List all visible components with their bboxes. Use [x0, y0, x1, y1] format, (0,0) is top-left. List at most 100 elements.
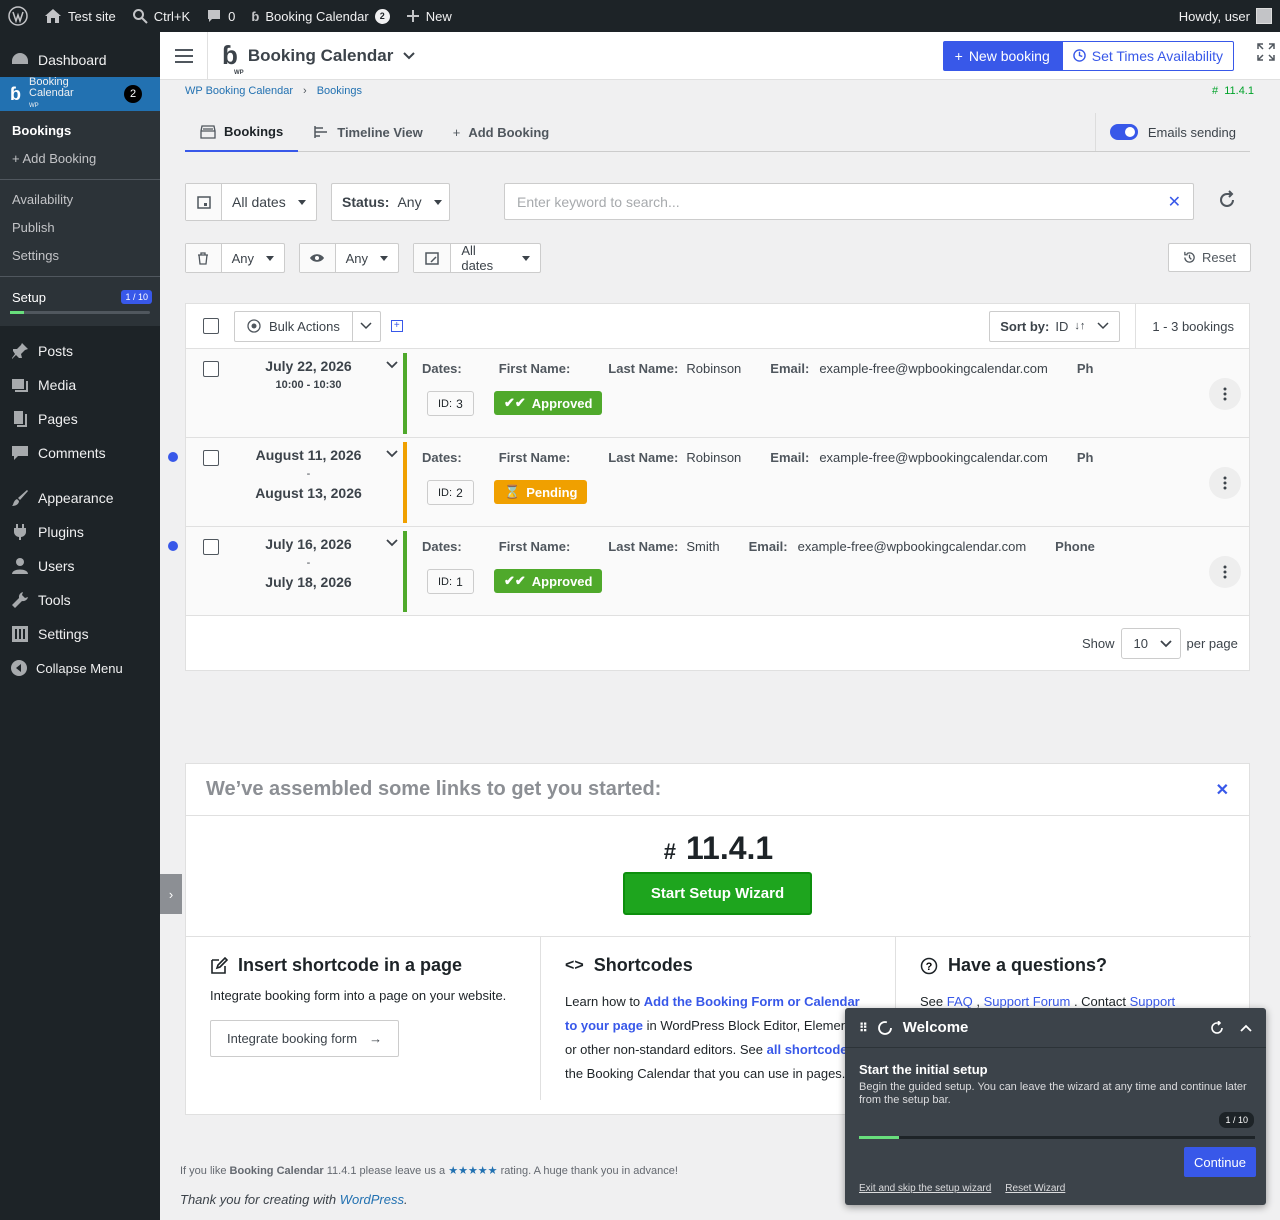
- command-search[interactable]: Ctrl+K: [124, 0, 198, 32]
- chevron-down-icon[interactable]: [386, 450, 398, 458]
- sidebar-item-appearance[interactable]: Appearance: [0, 481, 160, 515]
- sidebar-item-comments[interactable]: Comments: [0, 436, 160, 470]
- tab-bookings[interactable]: Bookings: [185, 113, 299, 152]
- submenu-settings[interactable]: Settings: [0, 242, 160, 270]
- refresh-icon[interactable]: [1210, 1020, 1224, 1035]
- plugin-icon: [14, 524, 26, 540]
- submenu-setup[interactable]: Setup 1 / 10: [0, 283, 160, 311]
- site-link[interactable]: Test site: [36, 0, 124, 32]
- clear-search-icon[interactable]: ✕: [1168, 192, 1181, 212]
- menu-toggle-button[interactable]: [160, 31, 208, 80]
- toggle-switch[interactable]: [1109, 124, 1138, 140]
- close-icon[interactable]: ✕: [1216, 780, 1229, 800]
- status-filter[interactable]: Status: Any: [331, 183, 450, 221]
- comments-link[interactable]: 0: [198, 0, 243, 32]
- fullscreen-button[interactable]: [1256, 42, 1276, 65]
- booking-fields: Dates: First Name: Last Name: Smith Email…: [422, 539, 1095, 554]
- start-setup-wizard-button[interactable]: Start Setup Wizard: [623, 872, 812, 915]
- sidebar-item-plugins[interactable]: Plugins: [0, 515, 160, 549]
- refresh-button[interactable]: [1217, 190, 1237, 213]
- setup-progress-fill: [859, 1136, 899, 1139]
- row-actions-button[interactable]: [1209, 378, 1241, 410]
- new-booking-label: New booking: [968, 47, 1050, 64]
- set-times-button[interactable]: Set Times Availability: [1061, 40, 1234, 71]
- collapse-panel-button[interactable]: ›: [160, 874, 182, 914]
- booking-calendar-link[interactable]: ɓ Booking Calendar 2: [243, 0, 397, 32]
- submenu-availability[interactable]: Availability: [0, 186, 160, 214]
- search-input[interactable]: Enter keyword to search... ✕: [504, 183, 1194, 220]
- all-shortcodes-link[interactable]: all shortcodes: [767, 1042, 855, 1057]
- status-label: Pending: [526, 484, 578, 500]
- integrate-booking-form-button[interactable]: Integrate booking form →: [210, 1020, 400, 1057]
- sidebar-item-collapse-menu[interactable]: Collapse Menu: [0, 651, 160, 685]
- id-value: 3: [456, 396, 463, 411]
- trash-filter[interactable]: Any: [185, 243, 285, 273]
- field-label: Email:: [770, 450, 810, 465]
- support-forum-link[interactable]: Support Forum: [984, 994, 1071, 1009]
- search-shortcut: Ctrl+K: [153, 8, 191, 24]
- chevron-right-icon: ›: [303, 85, 307, 97]
- faq-link[interactable]: FAQ: [947, 994, 973, 1009]
- exit-wizard-link[interactable]: Exit and skip the setup wizard: [859, 1183, 991, 1194]
- setup-progress-bar: [859, 1136, 1255, 1139]
- my-account[interactable]: Howdy, user: [1171, 0, 1280, 32]
- more-vertical-icon: [1223, 387, 1227, 401]
- tab-add-booking[interactable]: + Add Booking: [438, 113, 564, 151]
- reset-button[interactable]: Reset: [1168, 243, 1251, 272]
- column-title: Have a questions?: [948, 955, 1108, 975]
- id-value: 2: [456, 485, 463, 500]
- chevron-down-icon[interactable]: [386, 539, 398, 547]
- bulk-actions-select[interactable]: Bulk Actions: [234, 310, 381, 342]
- wordpress-link[interactable]: WordPress: [340, 1192, 404, 1207]
- drag-handle-icon[interactable]: ⠿: [859, 1021, 868, 1035]
- continue-button[interactable]: Continue: [1183, 1147, 1256, 1177]
- per-page-select[interactable]: 10: [1120, 628, 1181, 659]
- chevron-up-icon[interactable]: [1240, 1024, 1252, 1032]
- rating-stars-link[interactable]: ★★★★★: [448, 1165, 497, 1177]
- submenu-publish[interactable]: Publish: [0, 214, 160, 242]
- wordpress-logo-icon[interactable]: [0, 0, 36, 32]
- site-name: Test site: [68, 8, 116, 24]
- sidebar-item-settings[interactable]: Settings: [0, 617, 160, 651]
- breadcrumb-current[interactable]: Bookings: [317, 85, 362, 97]
- caret-down-icon: [522, 255, 530, 261]
- read-filter[interactable]: Any: [299, 243, 399, 273]
- new-booking-button[interactable]: + New booking: [942, 40, 1062, 71]
- sidebar-item-tools[interactable]: Tools: [0, 583, 160, 617]
- chevron-down-icon[interactable]: [386, 361, 398, 369]
- sidebar-item-posts[interactable]: Posts: [0, 334, 160, 368]
- sort-by-select[interactable]: Sort by: ID ↓↑: [989, 310, 1121, 342]
- row-checkbox[interactable]: [203, 450, 219, 466]
- submenu-bookings[interactable]: Bookings: [0, 117, 160, 145]
- support-link[interactable]: Support: [1130, 994, 1176, 1009]
- row-checkbox[interactable]: [203, 361, 219, 377]
- sidebar-item-users[interactable]: Users: [0, 549, 160, 583]
- dates-filter[interactable]: All dates: [185, 183, 317, 221]
- new-content-link[interactable]: New: [398, 0, 460, 32]
- sidebar-item-media[interactable]: Media: [0, 368, 160, 402]
- submenu-add-booking[interactable]: + Add Booking: [0, 145, 160, 173]
- breadcrumb-root[interactable]: WP Booking Calendar: [185, 85, 293, 97]
- plugin-title[interactable]: ɓ WP Booking Calendar: [222, 40, 416, 76]
- sidebar-item-booking-calendar[interactable]: ɓ Booking Calendar WP 2: [0, 76, 160, 111]
- sidebar-item-pages[interactable]: Pages: [0, 402, 160, 436]
- created-dates-filter[interactable]: All dates: [413, 243, 541, 273]
- row-actions-button[interactable]: [1209, 556, 1241, 588]
- date-start: August 11, 2026: [255, 447, 362, 463]
- sidebar-item-dashboard[interactable]: Dashboard: [0, 43, 160, 77]
- tab-timeline-view[interactable]: Timeline View: [298, 113, 438, 151]
- sidebar-label: Collapse Menu: [36, 660, 123, 676]
- table-row[interactable]: July 22, 2026 10:00 - 10:30 Dates: First …: [186, 349, 1249, 438]
- status-label: Approved: [531, 573, 593, 589]
- settings-icon: [12, 626, 28, 642]
- expand-all-icon[interactable]: +: [390, 320, 403, 332]
- sidebar-label: Appearance: [38, 490, 114, 506]
- row-actions-button[interactable]: [1209, 467, 1241, 499]
- emails-sending-toggle[interactable]: Emails sending: [1094, 113, 1250, 151]
- booking-fields: Dates: First Name: Last Name: Robinson Em…: [422, 361, 1093, 376]
- reset-wizard-link[interactable]: Reset Wizard: [1005, 1183, 1065, 1194]
- select-all-checkbox[interactable]: [203, 318, 219, 334]
- table-row[interactable]: July 16, 2026 - July 18, 2026 Dates: First…: [186, 527, 1249, 616]
- row-checkbox[interactable]: [203, 539, 219, 555]
- table-row[interactable]: August 11, 2026 - August 13, 2026 Dates: F…: [186, 438, 1249, 527]
